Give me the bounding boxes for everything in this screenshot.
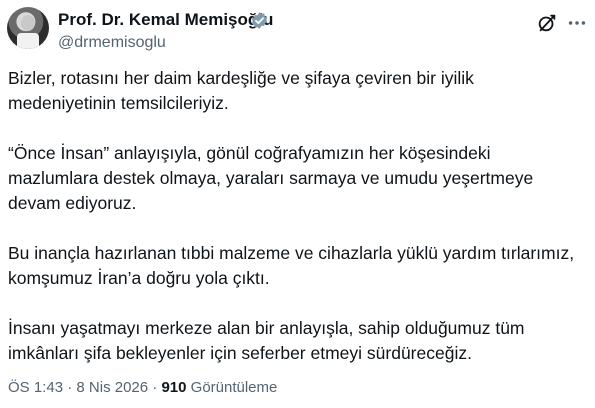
avatar-shirt — [17, 33, 39, 49]
meta-separator: · — [63, 379, 77, 396]
meta-separator: · — [148, 379, 162, 396]
author-name[interactable]: Prof. Dr. Kemal Memişoğlu — [58, 10, 273, 30]
tweet-header: Prof. Dr. Kemal Memişoğlu @drmemisoglu — [0, 0, 595, 58]
tweet-time[interactable]: ÖS 1:43 — [8, 379, 63, 396]
tweet-paragraph: Bu inançla hazırlanan tıbbi malzeme ve c… — [8, 243, 575, 288]
views-label[interactable]: Görüntüleme — [186, 379, 278, 396]
author-handle[interactable]: @drmemisoglu — [58, 33, 166, 52]
more-options-icon[interactable] — [566, 12, 588, 34]
views-count[interactable]: 910 — [161, 379, 186, 396]
tweet-meta: ÖS 1:43 · 8 Nis 2026 · 910 Görüntüleme — [8, 378, 277, 398]
grok-icon[interactable] — [536, 12, 558, 34]
tweet-date[interactable]: 8 Nis 2026 — [76, 379, 148, 396]
tweet-paragraph: Bizler, rotasını her daim kardeşliğe ve … — [8, 68, 474, 113]
tweet-paragraph: “Önce İnsan” anlayışıyla, gönül coğrafya… — [8, 143, 534, 213]
tweet-paragraph: İnsanı yaşatmayı merkeze alan bir anlayı… — [8, 318, 525, 363]
tweet-text: Bizler, rotasını her daim kardeşliğe ve … — [8, 66, 588, 391]
verified-badge-icon[interactable] — [250, 11, 269, 30]
avatar[interactable] — [7, 7, 49, 49]
avatar-face — [21, 15, 35, 31]
